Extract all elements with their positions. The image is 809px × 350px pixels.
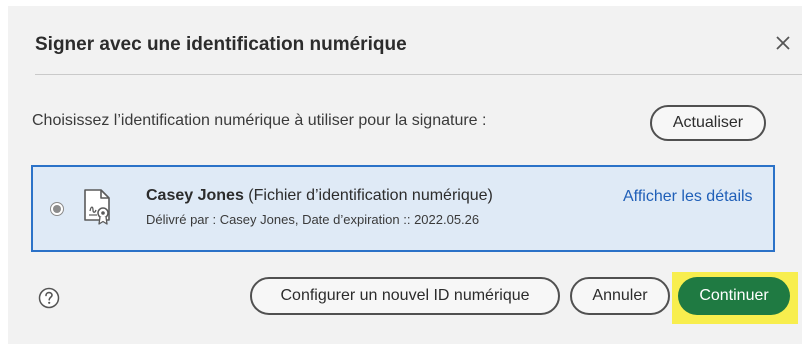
id-title: Casey Jones (Fichier d’identification nu… — [146, 187, 493, 205]
id-issued-info: Délivré par : Casey Jones, Date d’expira… — [146, 212, 480, 227]
configure-new-id-button[interactable]: Configurer un nouvel ID numérique — [250, 277, 560, 315]
show-details-link[interactable]: Afficher les détails — [623, 188, 753, 206]
refresh-button[interactable]: Actualiser — [650, 105, 766, 141]
dialog-title: Signer avec une identification numérique — [35, 34, 407, 55]
digital-id-item[interactable]: Casey Jones (Fichier d’identification nu… — [31, 165, 775, 252]
continue-button[interactable]: Continuer — [678, 277, 790, 315]
radio-selected-dot — [53, 205, 61, 213]
id-radio-button[interactable] — [50, 202, 64, 216]
title-divider — [35, 74, 802, 75]
cancel-button[interactable]: Annuler — [570, 277, 670, 315]
id-type: (Fichier d’identification numérique) — [243, 187, 493, 204]
help-icon[interactable] — [38, 287, 60, 309]
close-button[interactable] — [772, 32, 794, 54]
close-icon — [776, 36, 790, 50]
selection-prompt: Choisissez l’identification numérique à … — [32, 112, 487, 129]
id-name: Casey Jones — [146, 187, 244, 204]
sign-dialog: Signer avec une identification numérique… — [8, 6, 802, 344]
certificate-icon — [84, 189, 110, 225]
